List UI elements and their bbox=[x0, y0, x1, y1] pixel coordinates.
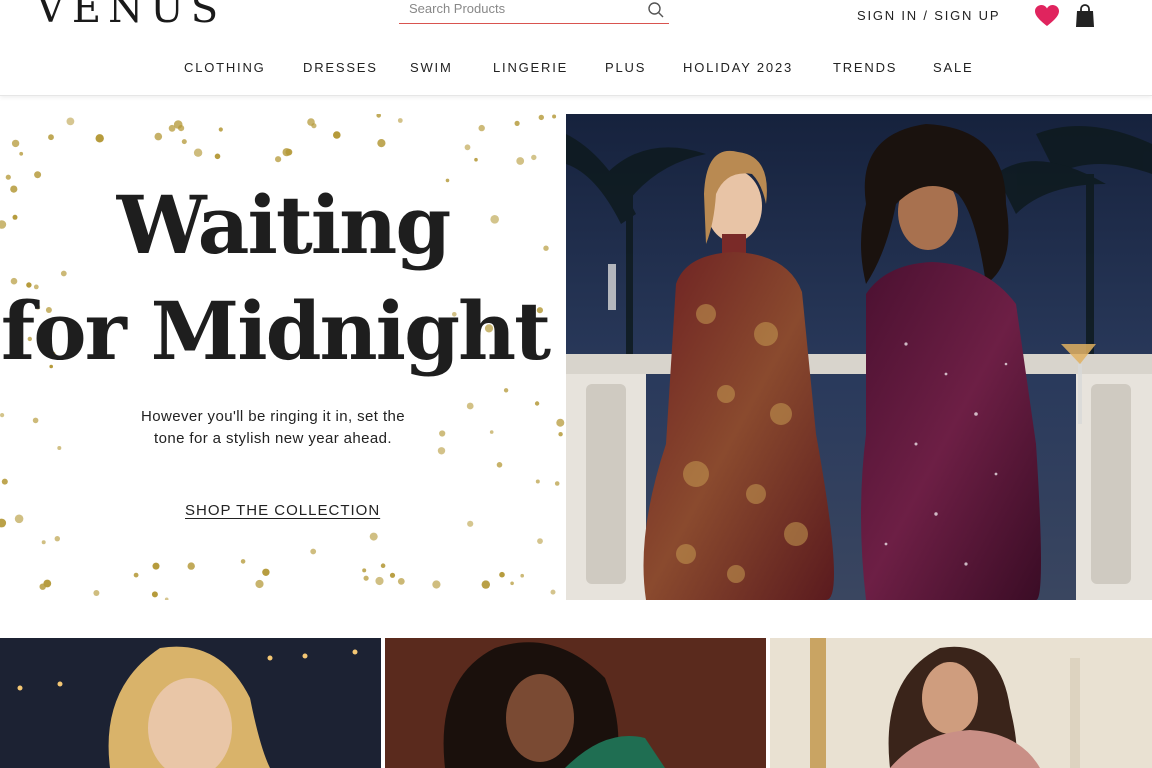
nav-item-holiday-2023[interactable]: HOLIDAY 2023 bbox=[683, 60, 793, 75]
hero-title-line2: for Midnight bbox=[0, 284, 551, 378]
nav-item-sale[interactable]: SALE bbox=[933, 60, 973, 75]
nav-item-plus[interactable]: PLUS bbox=[605, 60, 646, 75]
category-tile-2[interactable] bbox=[385, 638, 766, 768]
main-nav: CLOTHING DRESSES SWIM LINGERIE PLUS HOLI… bbox=[0, 60, 1152, 78]
tile-3-photo bbox=[770, 638, 1152, 768]
nav-item-swim[interactable]: SWIM bbox=[410, 60, 453, 75]
search-icon[interactable] bbox=[647, 1, 665, 19]
hero-photo[interactable] bbox=[566, 114, 1152, 600]
hero-photo-illustration bbox=[566, 114, 1152, 600]
heart-icon[interactable] bbox=[1034, 4, 1060, 28]
nav-item-dresses[interactable]: DRESSES bbox=[303, 60, 378, 75]
brand-logo[interactable]: VENUS bbox=[36, 0, 225, 32]
shop-collection-link[interactable]: SHOP THE COLLECTION bbox=[185, 502, 380, 519]
site-header: VENUS SIGN IN / SIGN UP CLOTHING DRESSES… bbox=[0, 0, 1152, 96]
search-bar[interactable] bbox=[399, 0, 669, 24]
nav-item-trends[interactable]: TRENDS bbox=[833, 60, 897, 75]
nav-item-clothing[interactable]: CLOTHING bbox=[184, 60, 266, 75]
hero-title-line1: Waiting bbox=[116, 178, 452, 272]
category-tile-3[interactable] bbox=[770, 638, 1152, 768]
search-input[interactable] bbox=[409, 1, 629, 16]
shopping-bag-icon[interactable] bbox=[1074, 4, 1096, 28]
tile-1-photo bbox=[0, 638, 381, 768]
hero-subtitle: However you'll be ringing it in, set the… bbox=[141, 408, 405, 447]
tile-2-photo bbox=[385, 638, 766, 768]
nav-item-lingerie[interactable]: LINGERIE bbox=[493, 60, 568, 75]
category-tile-1[interactable] bbox=[0, 638, 381, 768]
hero-text-panel: Waiting for Midnight However you'll be r… bbox=[0, 114, 566, 600]
sign-in-link[interactable]: SIGN IN / SIGN UP bbox=[857, 8, 1000, 23]
